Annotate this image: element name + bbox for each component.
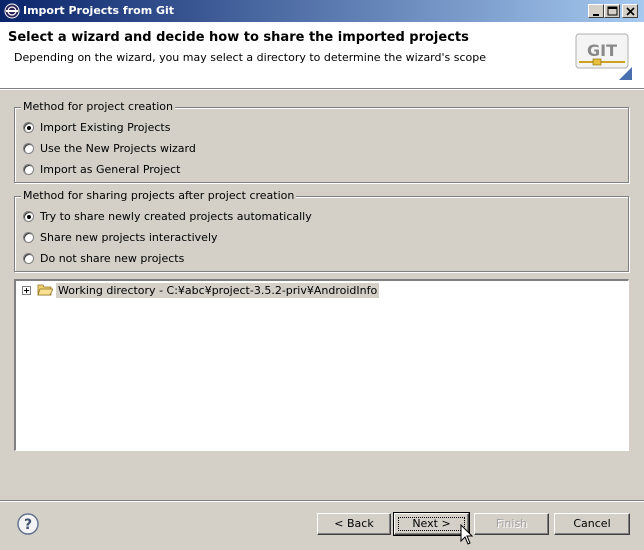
cancel-button[interactable]: Cancel [554, 513, 630, 535]
radio-label: Use the New Projects wizard [40, 141, 196, 155]
close-button[interactable] [622, 4, 638, 18]
radio-label: Do not share new projects [40, 251, 185, 265]
project-sharing-group: Method for sharing projects after projec… [14, 189, 629, 272]
page-title: Select a wizard and decide how to share … [8, 30, 469, 45]
maximize-button[interactable] [604, 4, 620, 18]
radio-import-general[interactable]: Import as General Project [23, 161, 180, 177]
radio-indicator[interactable] [23, 252, 34, 264]
window-title: Import Projects from Git [23, 4, 175, 17]
radio-do-not-share[interactable]: Do not share new projects [23, 250, 184, 266]
radio-indicator[interactable] [23, 231, 34, 243]
radio-label: Import Existing Projects [40, 120, 171, 134]
radio-label: Import as General Project [40, 162, 181, 176]
radio-indicator[interactable] [23, 163, 34, 175]
page-description: Depending on the wizard, you may select … [14, 51, 487, 64]
radio-label: Share new projects interactively [40, 230, 218, 244]
radio-indicator[interactable] [23, 210, 34, 222]
radio-indicator[interactable] [23, 121, 34, 133]
project-creation-group: Method for project creation Import Exist… [14, 100, 629, 183]
mouse-cursor-icon [460, 524, 474, 545]
folder-open-icon [37, 284, 53, 296]
help-icon[interactable]: ? [17, 513, 39, 535]
focus-ring [398, 517, 465, 531]
git-logo-icon: GIT [575, 33, 632, 80]
eclipse-icon [4, 3, 20, 19]
radio-new-projects-wizard[interactable]: Use the New Projects wizard [23, 140, 196, 156]
title-bar[interactable]: Import Projects from Git [0, 0, 644, 22]
maximize-icon [607, 6, 618, 16]
footer-separator [0, 500, 644, 502]
next-button[interactable]: Next > [393, 512, 470, 536]
tree-item-label[interactable]: Working directory - C:¥abc¥project-3.5.2… [56, 283, 380, 298]
project-sharing-legend: Method for sharing projects after projec… [21, 189, 297, 202]
finish-button[interactable]: Finish [474, 513, 549, 535]
close-icon [626, 7, 635, 16]
minimize-button[interactable] [588, 4, 604, 18]
svg-text:?: ? [24, 517, 32, 533]
back-button[interactable]: < Back [317, 513, 391, 535]
radio-import-existing[interactable]: Import Existing Projects [23, 119, 170, 135]
radio-share-interactively[interactable]: Share new projects interactively [23, 229, 218, 245]
project-tree[interactable]: Working directory - C:¥abc¥project-3.5.2… [14, 279, 629, 451]
minimize-icon [593, 14, 599, 16]
git-logo-text: GIT [587, 41, 617, 60]
expand-icon[interactable] [22, 286, 31, 295]
radio-label: Try to share newly created projects auto… [40, 209, 312, 223]
wizard-banner: Select a wizard and decide how to share … [0, 22, 644, 88]
radio-indicator[interactable] [23, 142, 34, 154]
project-creation-legend: Method for project creation [21, 100, 175, 113]
banner-separator [0, 88, 644, 90]
radio-share-automatically[interactable]: Try to share newly created projects auto… [23, 208, 312, 224]
